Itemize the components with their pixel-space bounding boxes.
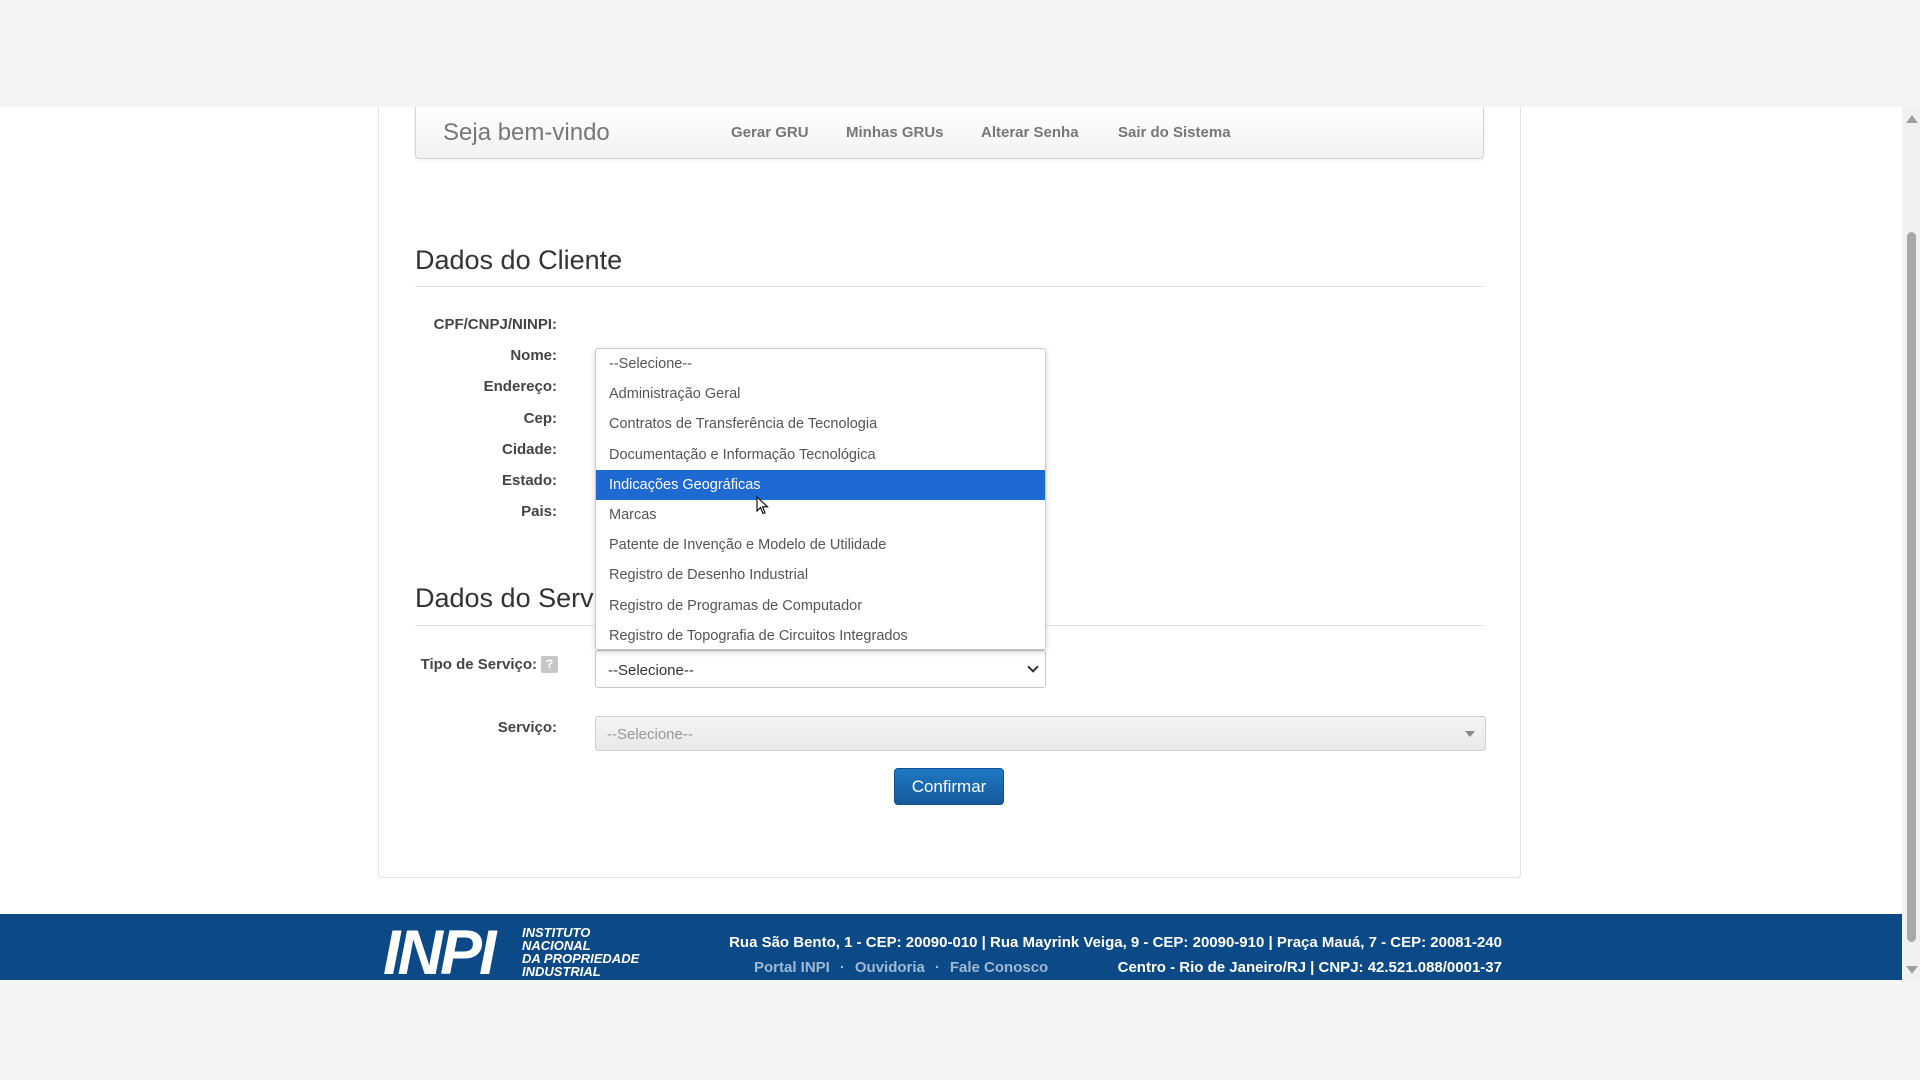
footer-link-separator: · xyxy=(839,959,845,976)
nav-minhas-grus[interactable]: Minhas GRUs xyxy=(846,124,944,141)
caret-down-icon xyxy=(1465,731,1475,737)
tipo-servico-dropdown-list[interactable]: --Selecione-- Administração Geral Contra… xyxy=(595,348,1046,650)
servico-select[interactable]: --Selecione-- xyxy=(595,716,1486,751)
dropdown-option[interactable]: Registro de Desenho Industrial xyxy=(596,560,1045,590)
footer-link-fale-conosco[interactable]: Fale Conosco xyxy=(950,959,1048,976)
scroll-up-arrow-icon[interactable] xyxy=(1906,115,1918,123)
site-footer: INPI INSTITUTO NACIONAL DA PROPRIEDADE I… xyxy=(0,914,1902,980)
page-scrollbar[interactable] xyxy=(1902,107,1920,980)
dropdown-option[interactable]: Patente de Invenção e Modelo de Utilidad… xyxy=(596,530,1045,560)
servico-section-title: Dados do Servi xyxy=(415,583,600,613)
dropdown-option[interactable]: Contratos de Transferência de Tecnologia xyxy=(596,409,1045,439)
cidade-label: Cidade: xyxy=(501,441,557,458)
browser-viewport: Seja bem-vindo Gerar GRU Minhas GRUs Alt… xyxy=(0,107,1920,980)
cliente-divider xyxy=(415,286,1484,287)
footer-link-separator: · xyxy=(934,959,940,976)
mouse-cursor-icon xyxy=(756,496,769,515)
confirm-button[interactable]: Confirmar xyxy=(894,768,1004,805)
scrollbar-thumb[interactable] xyxy=(1907,232,1916,942)
dropdown-option[interactable]: Marcas xyxy=(596,500,1045,530)
estado-label: Estado: xyxy=(501,472,557,489)
footer-link-ouvidoria[interactable]: Ouvidoria xyxy=(855,959,925,976)
logo-line: INDUSTRIAL xyxy=(522,964,601,979)
scroll-down-arrow-icon[interactable] xyxy=(1906,966,1918,974)
dropdown-option[interactable]: --Selecione-- xyxy=(596,349,1045,379)
cep-label: Cep: xyxy=(523,410,557,427)
chevron-down-icon xyxy=(1027,661,1039,673)
cpf-label: CPF/CNPJ/NINPI: xyxy=(433,316,557,333)
cliente-section-title: Dados do Cliente xyxy=(415,245,623,275)
welcome-brand: Seja bem-vindo xyxy=(443,119,610,146)
endereco-label: Endereço: xyxy=(483,378,557,395)
pais-label: Pais: xyxy=(521,503,557,520)
dropdown-option-highlighted[interactable]: Indicações Geográficas xyxy=(596,469,1045,500)
tipo-servico-select[interactable]: --Selecione-- xyxy=(595,650,1046,688)
servico-value: --Selecione-- xyxy=(607,726,693,743)
nome-label: Nome: xyxy=(510,347,557,364)
inpi-logo[interactable]: INPI INSTITUTO NACIONAL DA PROPRIEDADE I… xyxy=(383,918,673,981)
footer-cnpj: Centro - Rio de Janeiro/RJ | CNPJ: 42.52… xyxy=(1117,959,1502,976)
dropdown-option[interactable]: Registro de Topografia de Circuitos Inte… xyxy=(596,621,1045,651)
servico-label: Serviço: xyxy=(497,719,557,736)
help-icon[interactable]: ? xyxy=(541,656,558,673)
footer-link-portal[interactable]: Portal INPI xyxy=(754,959,830,976)
top-navbar: Seja bem-vindo Gerar GRU Minhas GRUs Alt… xyxy=(415,107,1484,159)
inpi-logo-text: INSTITUTO NACIONAL DA PROPRIEDADE INDUST… xyxy=(522,926,672,978)
nav-gerar-gru[interactable]: Gerar GRU xyxy=(731,124,809,141)
nav-sair-do-sistema[interactable]: Sair do Sistema xyxy=(1118,124,1231,141)
footer-links: Portal INPI · Ouvidoria · Fale Conosco xyxy=(754,959,1048,976)
tipo-servico-label: Tipo de Serviço: xyxy=(420,656,537,673)
dropdown-option[interactable]: Documentação e Informação Tecnológica xyxy=(596,440,1045,470)
dropdown-option[interactable]: Administração Geral xyxy=(596,379,1045,409)
dropdown-option[interactable]: Registro de Programas de Computador xyxy=(596,591,1045,621)
inpi-logo-mark: INPI xyxy=(383,918,497,981)
nav-alterar-senha[interactable]: Alterar Senha xyxy=(981,124,1079,141)
tipo-servico-value: --Selecione-- xyxy=(608,662,694,679)
footer-address: Rua São Bento, 1 - CEP: 20090-010 | Rua … xyxy=(729,934,1502,951)
